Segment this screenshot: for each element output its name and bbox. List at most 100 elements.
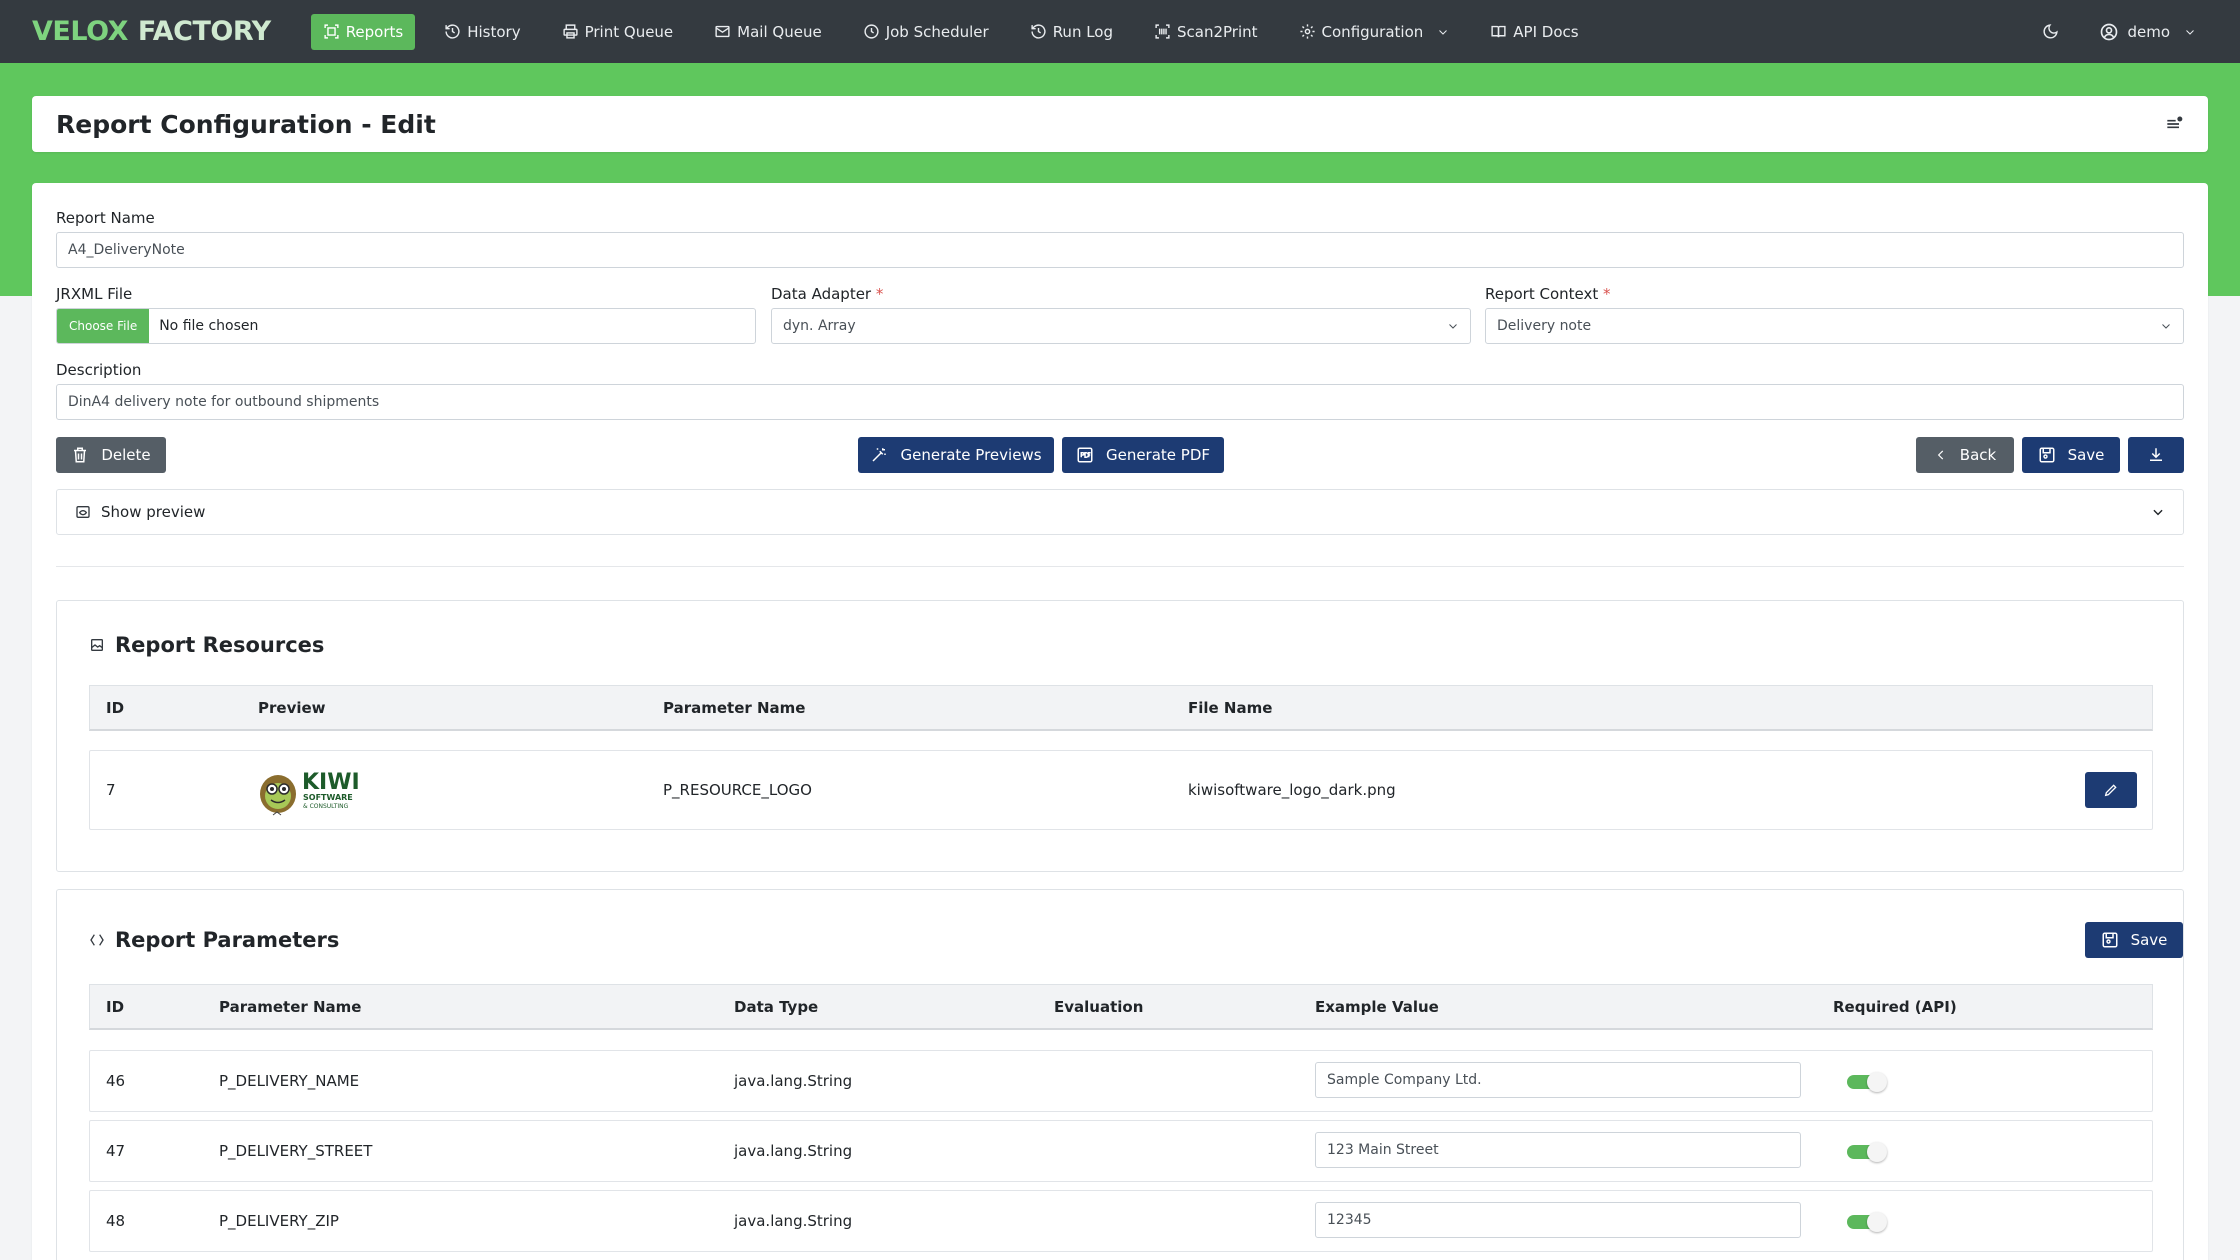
nav-item-label: Mail Queue [737, 22, 822, 41]
resource-parameter: P_RESOURCE_LOGO [663, 781, 812, 799]
mail-icon [715, 25, 730, 38]
nav-item-label: Job Scheduler [885, 22, 989, 41]
param-name: P_DELIVERY_ZIP [219, 1212, 339, 1230]
example-value-input[interactable]: 12345 [1315, 1202, 1801, 1238]
download-button[interactable] [2128, 437, 2184, 473]
brand-logo[interactable]: VELOX FACTORY [32, 16, 271, 47]
user-menu[interactable]: demo [2099, 22, 2196, 42]
table-row: 48 P_DELIVERY_ZIP java.lang.String 12345 [89, 1190, 2153, 1252]
col-header-id: ID [106, 698, 125, 717]
report-resources-section: Report Resources ID Preview Parameter Na… [56, 600, 2184, 872]
generate-previews-button[interactable]: Generate Previews [858, 437, 1054, 473]
nav-item-label: Scan2Print [1177, 22, 1258, 41]
choose-file-button[interactable]: Choose File [57, 309, 150, 343]
theme-toggle[interactable] [2042, 23, 2059, 40]
divider [56, 566, 2184, 567]
example-value-input[interactable]: 123 Main Street [1315, 1132, 1801, 1168]
delete-button[interactable]: Delete [56, 437, 166, 473]
nav-item-history[interactable]: History [432, 14, 532, 50]
jrxml-file-input[interactable]: Choose File No file chosen [56, 308, 756, 344]
save-button[interactable]: Save [2022, 437, 2120, 473]
user-circle-icon [2101, 23, 2118, 40]
col-header-id: ID [106, 997, 125, 1016]
page-title: Report Configuration - Edit [56, 109, 436, 139]
generate-previews-label: Generate Previews [900, 446, 1042, 464]
delete-label: Delete [101, 446, 151, 464]
barcode-icon [1155, 24, 1170, 39]
resource-file-name: kiwisoftware_logo_dark.png [1188, 781, 1396, 799]
param-id: 48 [106, 1212, 126, 1230]
generate-pdf-button[interactable]: Generate PDF [1062, 437, 1224, 473]
gear-icon [1299, 24, 1315, 39]
history-icon [1031, 24, 1046, 39]
nav-item-api-docs[interactable]: API Docs [1478, 14, 1590, 50]
description-field[interactable] [56, 384, 2184, 420]
report-name-field[interactable] [56, 232, 2184, 268]
col-header-preview: Preview [258, 698, 326, 717]
required-api-toggle[interactable] [1847, 1141, 1887, 1162]
example-value-input[interactable]: Sample Company Ltd. [1315, 1062, 1801, 1098]
kiwi-logo-image: KIWI SOFTWARE & CONSULTING [260, 770, 360, 816]
logo-text: KIWI [302, 770, 360, 795]
description-input[interactable] [68, 394, 2172, 410]
nav-item-label: Reports [345, 22, 404, 41]
jrxml-label: JRXML File [56, 285, 133, 303]
history-icon [445, 24, 460, 39]
pencil-icon [2104, 784, 2117, 797]
nav-item-mail-queue[interactable]: Mail Queue [702, 14, 834, 50]
report-name-input[interactable] [68, 242, 2172, 258]
edit-resource-button[interactable] [2085, 772, 2137, 808]
logo-subtext-1: SOFTWARE [303, 793, 353, 802]
nav-item-reports[interactable]: Reports [310, 13, 416, 50]
table-row: 7 KIWI SOFTWARE & CONSULTING P_RESOURCE_… [89, 750, 2153, 830]
param-id: 47 [106, 1142, 126, 1160]
save-parameters-button[interactable]: Save [2085, 922, 2183, 958]
nav-item-print-queue[interactable]: Print Queue [550, 14, 686, 50]
param-type: java.lang.String [734, 1072, 853, 1090]
col-header-parameter-name: Parameter Name [219, 997, 362, 1016]
title-card: Report Configuration - Edit [32, 96, 2208, 152]
save-icon [2039, 447, 2055, 463]
nav-item-run-log[interactable]: Run Log [1018, 14, 1125, 50]
required-mark: * [1603, 285, 1611, 303]
download-icon [2150, 448, 2162, 461]
show-preview-toggle[interactable]: Show preview [56, 489, 2184, 535]
report-context-select[interactable]: Delivery note [1485, 308, 2184, 344]
code-braces-icon [90, 934, 104, 946]
col-header-parameter-name: Parameter Name [663, 698, 806, 717]
col-header-file-name: File Name [1188, 698, 1273, 717]
menu-badge-icon[interactable] [2164, 114, 2184, 134]
section-title-text: Report Resources [115, 633, 325, 657]
table-row: 46 P_DELIVERY_NAME java.lang.String Samp… [89, 1050, 2153, 1112]
nav-item-configuration[interactable]: Configuration [1287, 14, 1462, 50]
nav-item-label: Print Queue [584, 22, 674, 41]
nav-item-label: API Docs [1513, 22, 1579, 41]
nav-item-label: Configuration [1321, 22, 1424, 41]
required-api-toggle[interactable] [1847, 1211, 1887, 1232]
data-adapter-select[interactable]: dyn. Array [771, 308, 1471, 344]
report-parameters-section: Report Parameters Save ID Parameter Name… [56, 889, 2184, 1260]
chevron-down-icon [2153, 509, 2163, 516]
file-status: No file chosen [159, 318, 259, 334]
col-header-example-value: Example Value [1315, 997, 1439, 1016]
nav-items: Reports History Print Queue Mail Queue J… [310, 0, 1608, 63]
nav-item-job-scheduler[interactable]: Job Scheduler [851, 14, 1001, 50]
nav-right: demo [2042, 22, 2208, 42]
parameters-table-header: ID Parameter Name Data Type Evaluation E… [89, 984, 2153, 1030]
toggle-knob [1867, 1072, 1887, 1092]
param-name: P_DELIVERY_STREET [219, 1142, 373, 1160]
save-label: Save [2130, 931, 2168, 949]
required-api-toggle[interactable] [1847, 1071, 1887, 1092]
back-button[interactable]: Back [1916, 437, 2014, 473]
chevron-down-icon [1439, 29, 1448, 35]
clock-icon [864, 24, 879, 39]
save-icon [2102, 932, 2118, 948]
main-card: Report Name JRXML File Choose File No fi… [32, 183, 2208, 1260]
chevron-down-icon [2162, 324, 2170, 329]
param-type: java.lang.String [734, 1142, 853, 1160]
printer-icon [563, 24, 578, 39]
nav-item-scan2print[interactable]: Scan2Print [1142, 14, 1270, 50]
brand-part2: FACTORY [137, 16, 271, 47]
param-type: java.lang.String [734, 1212, 853, 1230]
brand-part1: VELOX [32, 16, 128, 47]
